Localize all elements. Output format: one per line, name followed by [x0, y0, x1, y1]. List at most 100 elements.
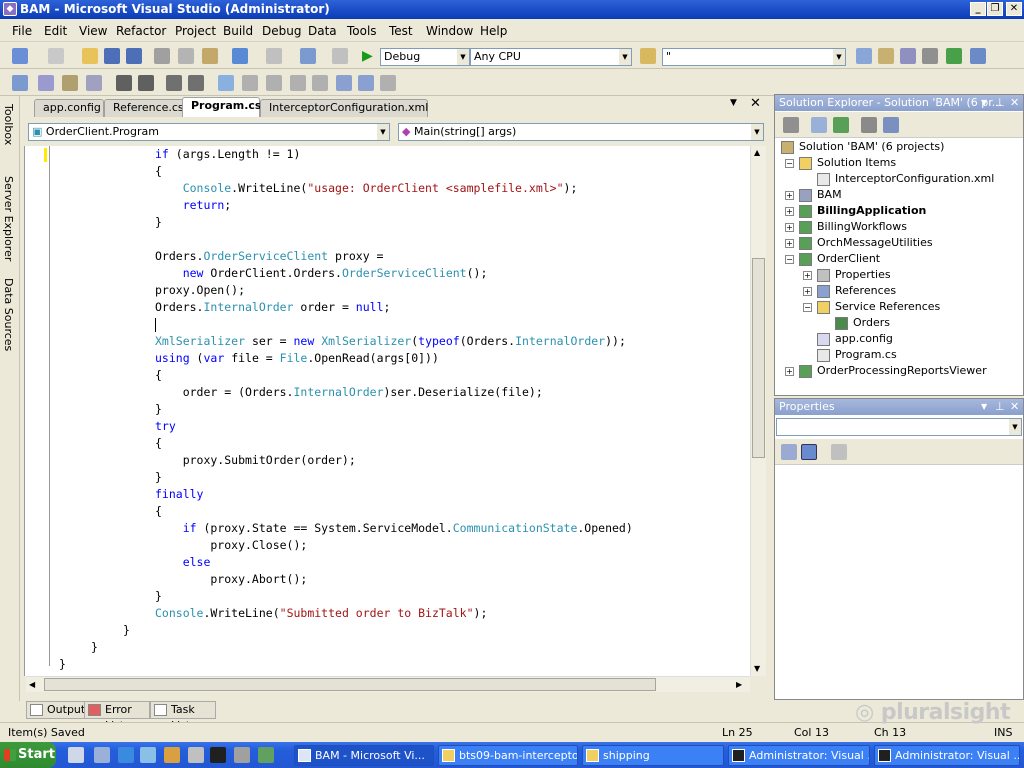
code-line[interactable]: } — [91, 639, 98, 655]
code-line[interactable]: try — [155, 418, 176, 434]
solution-tree-item[interactable]: Properties — [835, 267, 891, 283]
code-line[interactable]: Orders.OrderServiceClient proxy = — [155, 248, 383, 264]
menu-data[interactable]: Data — [308, 24, 337, 38]
code-line[interactable]: Console.WriteLine("usage: OrderClient <s… — [155, 180, 578, 196]
scroll-right-icon[interactable]: ▶ — [736, 680, 742, 689]
save-icon[interactable] — [104, 48, 120, 64]
explorer-icon[interactable] — [94, 747, 110, 763]
save-all-icon[interactable] — [126, 48, 142, 64]
code-line[interactable]: proxy.Close(); — [155, 537, 307, 553]
solution-tree-item[interactable]: app.config — [835, 331, 893, 347]
navigate-forward-icon[interactable] — [332, 48, 348, 64]
scroll-down-icon[interactable]: ▼ — [754, 664, 760, 673]
solution-tree-item[interactable]: InterceptorConfiguration.xml — [835, 171, 994, 187]
next-bookmark-in-document-icon[interactable] — [358, 75, 374, 91]
solution-tree-item[interactable]: OrderProcessingReportsViewer — [817, 363, 987, 379]
property-pages-icon[interactable] — [831, 444, 847, 460]
code-line[interactable]: XmlSerializer ser = new XmlSerializer(ty… — [155, 333, 626, 349]
copy-icon[interactable] — [178, 48, 194, 64]
tab-interceptor-configuration-xml[interactable]: InterceptorConfiguration.xml — [260, 99, 428, 117]
solution-tree-item[interactable]: Program.cs — [835, 347, 897, 363]
expand-icon[interactable]: + — [803, 287, 812, 296]
solution-tree-item[interactable]: OrchMessageUtilities — [817, 235, 933, 251]
find-combo[interactable]: " ▼ — [662, 48, 846, 66]
previous-bookmark-in-folder-icon[interactable] — [290, 75, 306, 91]
menu-edit[interactable]: Edit — [44, 24, 67, 38]
auto-hide-pin-icon[interactable]: ⊥ — [995, 95, 1005, 111]
task-list-tab[interactable]: Task List — [150, 701, 216, 732]
code-line[interactable]: } — [155, 588, 162, 604]
solution-tree-item[interactable]: OrderClient — [817, 251, 880, 267]
display-object-members-icon[interactable] — [12, 75, 28, 91]
expand-icon[interactable]: + — [785, 367, 794, 376]
uncomment-icon[interactable] — [188, 75, 204, 91]
code-line[interactable]: return; — [155, 197, 231, 213]
cut-icon[interactable] — [154, 48, 170, 64]
properties-window-icon[interactable] — [878, 48, 894, 64]
title-bar[interactable]: ◆ BAM - Microsoft Visual Studio (Adminis… — [0, 0, 1024, 19]
properties-header[interactable]: Properties ▼ ⊥ ✕ — [775, 399, 1023, 415]
expand-icon[interactable]: + — [785, 191, 794, 200]
open-file-icon[interactable] — [82, 48, 98, 64]
object-browser-icon[interactable] — [900, 48, 916, 64]
scroll-left-icon[interactable]: ◀ — [29, 680, 35, 689]
decrease-indent-icon[interactable] — [116, 75, 132, 91]
menu-project[interactable]: Project — [175, 24, 216, 38]
types-dropdown[interactable]: ▣ OrderClient.Program ▼ — [28, 123, 390, 141]
paste-icon[interactable] — [202, 48, 218, 64]
restore-button[interactable]: ❐ — [987, 2, 1003, 16]
code-line[interactable]: if (args.Length != 1) — [155, 146, 300, 162]
code-line[interactable]: Orders.InternalOrder order = null; — [155, 299, 390, 315]
start-button[interactable]: Start — [0, 742, 56, 768]
minimize-button[interactable]: _ — [970, 2, 986, 16]
tab-program-cs[interactable]: Program.cs — [182, 97, 261, 117]
sql-management-icon[interactable] — [164, 747, 180, 763]
toolbox-icon[interactable] — [922, 48, 938, 64]
code-line[interactable]: proxy.Abort(); — [155, 571, 307, 587]
taskbar-command-prompt-2[interactable]: Administrator: Visual ... — [874, 745, 1020, 766]
code-line[interactable]: else — [155, 554, 211, 570]
comment-out-icon[interactable] — [166, 75, 182, 91]
alphabetical-icon[interactable] — [801, 444, 817, 460]
visual-studio-launch-icon[interactable] — [258, 747, 274, 763]
solution-tree-item[interactable]: Orders — [853, 315, 890, 331]
code-line[interactable]: { — [155, 503, 162, 519]
refresh-icon[interactable] — [833, 117, 849, 133]
increase-indent-icon[interactable] — [138, 75, 154, 91]
code-line[interactable]: { — [155, 367, 162, 383]
menu-file[interactable]: File — [12, 24, 32, 38]
solution-platform-dropdown[interactable]: Any CPU ▼ — [470, 48, 632, 66]
view-class-diagram-icon[interactable] — [883, 117, 899, 133]
code-line[interactable]: proxy.Open(); — [155, 282, 245, 298]
expand-icon[interactable]: + — [785, 223, 794, 232]
tool-icon[interactable] — [234, 747, 250, 763]
solution-explorer-header[interactable]: Solution Explorer - Solution 'BAM' (6 pr… — [775, 95, 1023, 111]
menu-refactor[interactable]: Refactor — [116, 24, 166, 38]
menu-build[interactable]: Build — [223, 24, 253, 38]
server-explorer-tab[interactable]: Server Explorer — [2, 176, 15, 261]
find-in-files-icon[interactable] — [640, 48, 656, 64]
editor-vertical-scrollbar[interactable]: ▲ ▼ — [750, 146, 766, 676]
next-bookmark-in-folder-icon[interactable] — [312, 75, 328, 91]
members-dropdown[interactable]: ◆ Main(string[] args) ▼ — [398, 123, 764, 141]
taskbar-folder-bts09[interactable]: bts09-bam-interceptors — [438, 745, 578, 766]
vertical-scroll-thumb[interactable] — [752, 258, 765, 458]
internet-explorer-icon[interactable] — [118, 747, 134, 763]
solution-tree-item[interactable]: Solution 'BAM' (6 projects) — [799, 139, 944, 155]
menu-debug[interactable]: Debug — [262, 24, 301, 38]
navigate-backward-icon[interactable] — [300, 48, 316, 64]
code-line[interactable]: finally — [155, 486, 203, 502]
menu-help[interactable]: Help — [480, 24, 507, 38]
taskbar-command-prompt-1[interactable]: Administrator: Visual ... — [728, 745, 870, 766]
menu-tools[interactable]: Tools — [347, 24, 377, 38]
code-line[interactable]: } — [59, 656, 66, 672]
menu-test[interactable]: Test — [389, 24, 413, 38]
code-line[interactable]: order = (Orders.InternalOrder)ser.Deseri… — [155, 384, 543, 400]
error-list-tab[interactable]: Error List — [84, 701, 150, 732]
start-page-icon[interactable] — [946, 48, 962, 64]
next-bookmark-icon[interactable] — [266, 75, 282, 91]
expand-icon[interactable]: + — [785, 207, 794, 216]
code-line[interactable]: if (proxy.State == System.ServiceModel.C… — [155, 520, 633, 536]
close-panel-icon[interactable]: ✕ — [1010, 399, 1019, 415]
code-line[interactable]: } — [155, 401, 162, 417]
